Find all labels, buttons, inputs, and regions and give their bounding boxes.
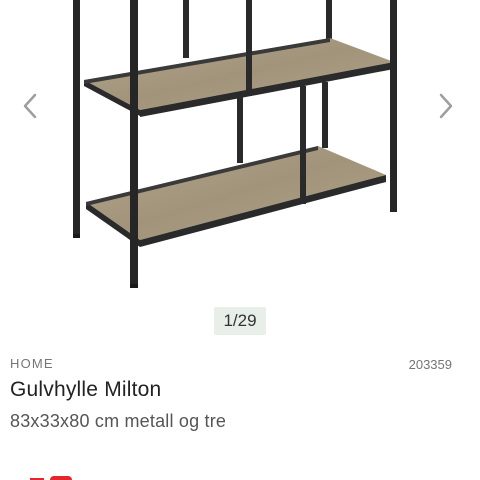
product-image[interactable]: [0, 0, 480, 300]
price-peek: [30, 476, 72, 480]
image-counter: 1/29: [214, 307, 266, 335]
product-title: Gulvhylle Milton: [10, 378, 162, 401]
chevron-left-icon: [23, 93, 37, 119]
prev-image-button[interactable]: [12, 88, 48, 124]
next-image-button[interactable]: [428, 88, 464, 124]
product-page: 1/29 HOME 203359 Gulvhylle Milton 83x33x…: [0, 0, 480, 480]
chevron-right-icon: [439, 93, 453, 119]
product-category[interactable]: HOME: [10, 356, 54, 371]
product-subtitle: 83x33x80 cm metall og tre: [10, 411, 227, 431]
image-gallery[interactable]: [0, 0, 480, 300]
product-sku: 203359: [408, 357, 452, 372]
